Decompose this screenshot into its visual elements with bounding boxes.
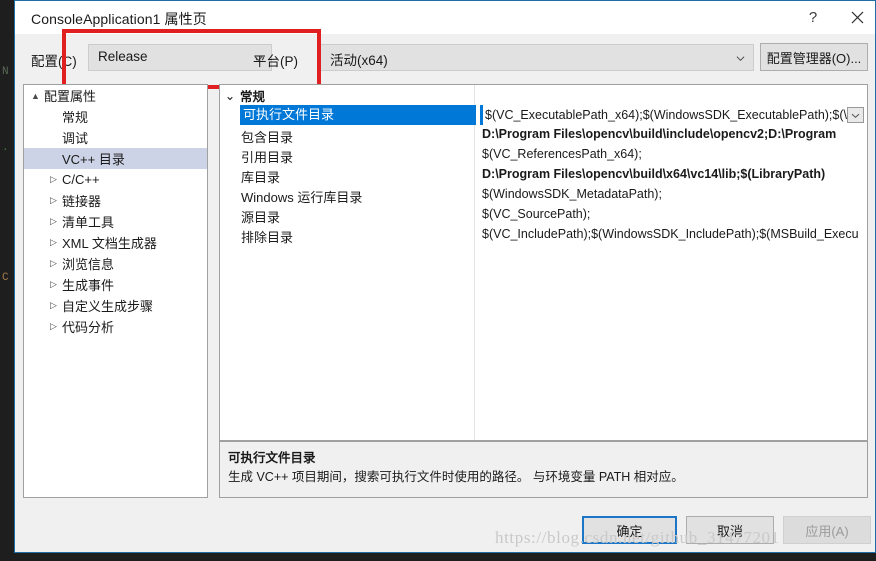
collapsed-twisty-icon[interactable]: ▷ bbox=[46, 321, 61, 332]
collapsed-twisty-icon[interactable]: ▷ bbox=[46, 216, 61, 227]
tree-item[interactable]: ▷ XML 文档生成器 bbox=[24, 232, 207, 253]
backdrop-code-line: C bbox=[2, 272, 9, 284]
property-name: 排除目录 bbox=[241, 230, 294, 245]
tree-item-label: 生成事件 bbox=[62, 278, 115, 293]
property-row[interactable]: 可执行文件目录 $(VC_ExecutablePath_x64);$(Window… bbox=[220, 105, 867, 125]
dialog-title: ConsoleApplication1 属性页 bbox=[31, 11, 207, 27]
description-pane: 可执行文件目录 生成 VC++ 项目期间，搜索可执行文件时使用的路径。 与环境变… bbox=[219, 441, 868, 498]
tree-item[interactable]: ▷ 自定义生成步骤 bbox=[24, 295, 207, 316]
value-dropdown-button[interactable] bbox=[847, 107, 864, 123]
backdrop-code-line: . bbox=[2, 142, 9, 154]
expanded-twisty-icon[interactable]: ▲ bbox=[28, 91, 43, 101]
platform-dropdown[interactable]: 活动(x64) bbox=[320, 44, 754, 71]
property-name: Windows 运行库目录 bbox=[241, 190, 363, 205]
tree-item[interactable]: ▷ C/C++ bbox=[24, 169, 207, 190]
tree-item[interactable]: ▷ 代码分析 bbox=[24, 316, 207, 337]
property-name: 可执行文件目录 bbox=[240, 105, 476, 125]
property-value[interactable]: $(WindowsSDK_MetadataPath); bbox=[482, 187, 867, 201]
property-value[interactable]: $(VC_SourcePath); bbox=[482, 207, 867, 221]
property-grid[interactable]: ⌄ 常规 可执行文件目录 $(VC_ExecutablePath_x64);$(W… bbox=[219, 84, 868, 441]
property-row[interactable]: 包含目录 D:\Program Files\opencv\build\includ… bbox=[220, 125, 867, 145]
tree-item-label: 浏览信息 bbox=[62, 257, 115, 272]
property-row[interactable]: 引用目录 $(VC_ReferencesPath_x64); bbox=[220, 145, 867, 165]
close-icon[interactable] bbox=[835, 1, 876, 33]
close-x-glyph bbox=[851, 11, 863, 23]
tree-item[interactable]: ▷ 浏览信息 bbox=[24, 253, 207, 274]
platform-label: 平台(P) bbox=[253, 54, 298, 69]
property-row[interactable]: 库目录 D:\Program Files\opencv\build\x64\vc1… bbox=[220, 165, 867, 185]
apply-button: 应用(A) bbox=[783, 516, 871, 544]
property-row[interactable]: 排除目录 $(VC_IncludePath);$(WindowsSDK_Inclu… bbox=[220, 225, 867, 245]
property-value[interactable]: D:\Program Files\opencv\build\x64\vc14\l… bbox=[482, 167, 867, 181]
collapsed-twisty-icon[interactable]: ▷ bbox=[46, 258, 61, 269]
configuration-bar: 配置(C) Release 平台(P) 活动(x64) bbox=[15, 34, 875, 80]
settings-tree[interactable]: ▲ 配置属性 常规 调试 VC++ 目录 ▷ C/C++ ▷ 链接器 ▷ 清单工具 ▷ XML 文档生成… bbox=[23, 84, 208, 498]
property-name: 库目录 bbox=[241, 170, 281, 185]
collapsed-twisty-icon[interactable]: ▷ bbox=[46, 237, 61, 248]
collapsed-twisty-icon[interactable]: ▷ bbox=[46, 279, 61, 290]
property-row[interactable]: 源目录 $(VC_SourcePath); bbox=[220, 205, 867, 225]
collapsed-twisty-icon[interactable]: ▷ bbox=[46, 300, 61, 311]
tree-item-label: C/C++ bbox=[62, 172, 100, 187]
help-glyph: ? bbox=[808, 8, 818, 26]
tree-item-label: 链接器 bbox=[62, 194, 102, 209]
property-name: 引用目录 bbox=[241, 150, 294, 165]
tree-item[interactable]: 常规 bbox=[24, 106, 207, 127]
configuration-manager-button[interactable]: 配置管理器(O)... bbox=[760, 43, 868, 71]
tree-item-label: 清单工具 bbox=[62, 215, 115, 230]
property-value[interactable]: $(VC_IncludePath);$(WindowsSDK_IncludePa… bbox=[482, 227, 867, 241]
chevron-down-icon bbox=[851, 113, 860, 118]
property-name: 源目录 bbox=[241, 210, 281, 225]
chevron-down-icon: ⌄ bbox=[224, 88, 236, 103]
description-text: 生成 VC++ 项目期间，搜索可执行文件时使用的路径。 与环境变量 PATH 相… bbox=[228, 470, 684, 484]
tree-item[interactable]: VC++ 目录 bbox=[24, 148, 207, 169]
tree-item-label: 自定义生成步骤 bbox=[62, 299, 154, 314]
platform-value: 活动(x64) bbox=[330, 53, 388, 68]
grid-category-header[interactable]: ⌄ 常规 bbox=[220, 85, 867, 105]
tree-item[interactable]: 调试 bbox=[24, 127, 207, 148]
chevron-down-icon bbox=[736, 56, 745, 62]
tree-item-label: 常规 bbox=[62, 110, 89, 125]
grid-category-label: 常规 bbox=[240, 89, 266, 104]
tree-item-label: 代码分析 bbox=[62, 320, 115, 335]
property-value[interactable]: D:\Program Files\opencv\build\include\op… bbox=[482, 127, 867, 141]
property-value[interactable]: $(VC_ExecutablePath_x64);$(WindowsSDK_Ex… bbox=[480, 105, 867, 125]
tree-item-label: 配置属性 bbox=[44, 89, 97, 104]
tree-item[interactable]: ▲ 配置属性 bbox=[24, 85, 207, 106]
tree-item[interactable]: ▷ 清单工具 bbox=[24, 211, 207, 232]
property-value[interactable]: $(VC_ReferencesPath_x64); bbox=[482, 147, 867, 161]
configuration-dropdown[interactable]: Release bbox=[88, 44, 272, 71]
help-icon[interactable]: ? bbox=[791, 1, 835, 33]
dialog-title-bar: ConsoleApplication1 属性页 ? bbox=[15, 1, 875, 34]
configuration-label: 配置(C) bbox=[31, 54, 77, 69]
tree-item[interactable]: ▷ 链接器 bbox=[24, 190, 207, 211]
property-name: 包含目录 bbox=[241, 130, 294, 145]
tree-item-label: 调试 bbox=[62, 131, 89, 146]
tree-item-label: VC++ 目录 bbox=[62, 152, 125, 167]
collapsed-twisty-icon[interactable]: ▷ bbox=[46, 174, 61, 185]
ok-button[interactable]: 确定 bbox=[582, 516, 677, 544]
configuration-value: Release bbox=[98, 49, 148, 64]
property-row[interactable]: Windows 运行库目录 $(WindowsSDK_MetadataPath); bbox=[220, 185, 867, 205]
collapsed-twisty-icon[interactable]: ▷ bbox=[46, 195, 61, 206]
tree-item[interactable]: ▷ 生成事件 bbox=[24, 274, 207, 295]
tree-item-label: XML 文档生成器 bbox=[62, 236, 157, 251]
property-pages-dialog: ConsoleApplication1 属性页 ? 配置(C) Release … bbox=[14, 0, 876, 553]
backdrop-code-line: N bbox=[2, 66, 9, 78]
description-title: 可执行文件目录 bbox=[228, 451, 316, 465]
cancel-button[interactable]: 取消 bbox=[686, 516, 774, 544]
